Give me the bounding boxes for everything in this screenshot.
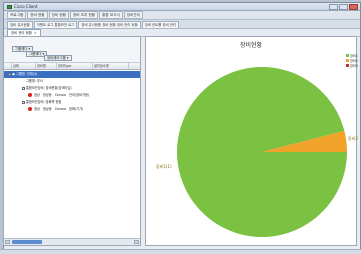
status-bar (0, 249, 361, 254)
expand-icon[interactable] (8, 72, 11, 76)
horizontal-scrollbar[interactable] (4, 238, 140, 245)
data-label-slice-1: 장비1(1) (156, 163, 172, 169)
equipment-grid-panel: 그룹헤더 ▾ 그룹헤더 ▾ 장비에러그룹 ▾ 상태 장비명 장비Type 설치장… (3, 36, 141, 246)
table-row-group-firewall[interactable]: 통합보안장비: 방화벽 현황 (4, 99, 140, 106)
menu-item-manage[interactable]: 장비관리 (123, 11, 144, 19)
cell-type: Cenoro (54, 107, 67, 111)
app-icon (7, 5, 12, 9)
cell-status: 정상 (34, 93, 40, 97)
table-row-group-all[interactable]: ▣ 그룹명: 전체(4) (4, 71, 140, 78)
column-header-location[interactable]: 설치장소명 (93, 63, 129, 69)
menu-item-program[interactable]: 프로그램 (7, 11, 27, 19)
menu-item-status-2[interactable]: 장비 현황 (48, 11, 69, 19)
close-window-button[interactable] (349, 4, 358, 10)
table-row[interactable]: 정상 정상동 Cenoro 관리(장비가동) (4, 92, 140, 99)
table-row-group-dept[interactable]: 그룹명: 부서 (4, 78, 140, 85)
tab-bar: 장비 유사현황 이벤트 로그 통합보안 로그 장비 유사현황 장비 현황 장비 … (4, 20, 360, 29)
subtab-equipment-status[interactable]: 장비 관리 현황 × (7, 29, 41, 36)
legend-swatch-2 (346, 59, 349, 62)
column-header-type[interactable]: 장비Type (57, 63, 93, 69)
expand-icon[interactable] (22, 86, 25, 90)
subtab-label: 장비 관리 현황 (11, 31, 32, 35)
scroll-right-arrow-icon[interactable] (134, 240, 139, 244)
tab-1[interactable]: 장비 유사현황 (7, 21, 33, 28)
expand-icon[interactable] (22, 100, 25, 104)
group-chip-3[interactable]: 장비에러그룹 ▾ (44, 55, 72, 61)
table-row[interactable]: 정상 정상동 Cenoro 방화(기가) (4, 106, 140, 113)
cell-name: 정상동 (42, 107, 52, 111)
menu-item-report[interactable]: 통합 보고서 (99, 11, 123, 19)
alert-status-icon (28, 93, 32, 97)
column-header-name[interactable]: 장비명 (36, 63, 57, 69)
table-row-group-security[interactable]: 통합보안장비: 장비현황(장비타입) (4, 85, 140, 92)
maximize-button[interactable] (339, 4, 348, 10)
legend-swatch-3 (346, 64, 349, 67)
chart-panel: 장비현황 장비1(1)장비2(1)장비1장비2장비3 (145, 36, 358, 246)
minimize-button[interactable] (329, 4, 338, 10)
menu-bar: 프로그램 장비 현황 장비 현황 장비 조치 현황 통합 보고서 장비관리 (4, 11, 360, 20)
row-text: 그룹명: 부서 (26, 79, 43, 83)
group-by-area: 그룹헤더 ▾ 그룹헤더 ▾ 장비에러그룹 ▾ (4, 37, 140, 63)
tab-3[interactable]: 장비 유사현황 장비 현황 장비 관리 현황 (78, 21, 141, 28)
legend-swatch-1 (346, 54, 349, 57)
row-text: 통합보안장비: 장비현황(장비타입) (26, 86, 72, 90)
grid-header: 상태 장비명 장비Type 설치장소명 (4, 63, 140, 70)
row-text: ▣ 그룹명: 전체(4) (12, 72, 38, 76)
alert-status-icon (28, 107, 32, 111)
column-header-status[interactable]: 상태 (12, 63, 36, 69)
title-bar: Cisco Client (4, 3, 360, 11)
cell-type: Cenoro (54, 93, 67, 97)
close-icon[interactable]: × (34, 31, 37, 35)
cell-name: 정상동 (42, 93, 52, 97)
window-controls (329, 4, 358, 10)
tab-2[interactable]: 이벤트 로그 통합보안 로그 (33, 21, 78, 28)
legend-label-3: 장비3 (350, 63, 358, 68)
scroll-left-arrow-icon[interactable] (5, 240, 10, 244)
cell-location: 방화(기가) (69, 107, 84, 111)
cell-location: 관리(장비가동) (69, 93, 90, 97)
data-label-slice-2: 장비2(1) (348, 135, 358, 141)
pie-chart: 장비1(1) 장비2(1) 장비1장비2장비3 (156, 53, 358, 238)
scrollbar-thumb[interactable] (12, 240, 42, 244)
window-title: Cisco Client (14, 4, 38, 9)
menu-item-status[interactable]: 장비 현황 (27, 11, 48, 19)
legend-label-1: 장비1 (350, 53, 358, 58)
menu-item-action[interactable]: 장비 조치 현황 (69, 11, 99, 19)
row-text: 통합보안장비: 방화벽 현황 (26, 100, 62, 104)
cell-status: 정상 (34, 107, 40, 111)
tab-4[interactable]: 장비 컨트롤 장비 관리 (141, 21, 180, 28)
legend-label-2: 장비2 (350, 58, 358, 63)
pie-slice-1 (177, 67, 347, 238)
column-header-select[interactable] (4, 63, 12, 69)
